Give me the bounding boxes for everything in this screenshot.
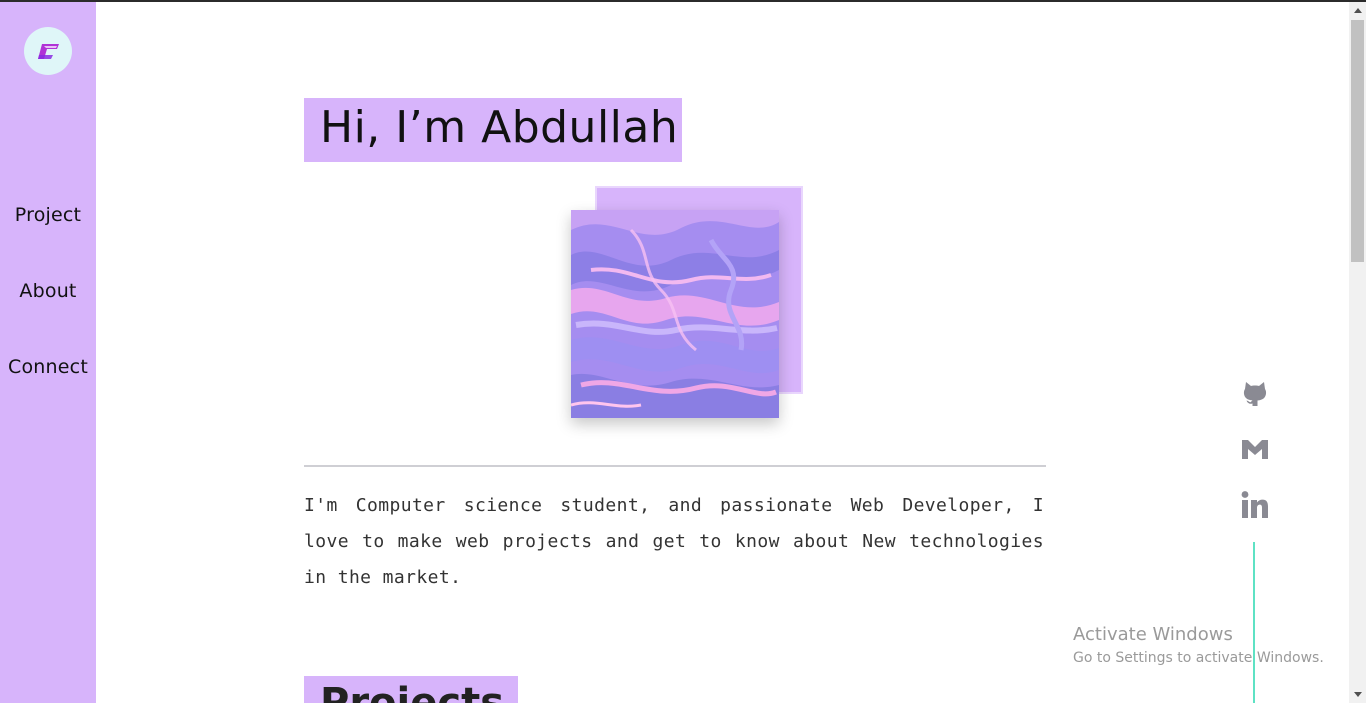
social-rail-line	[1253, 542, 1255, 703]
nav-project[interactable]: Project	[0, 204, 96, 226]
profile-image	[571, 210, 779, 418]
site-logo[interactable]	[24, 27, 72, 75]
scroll-down-icon[interactable]	[1349, 686, 1366, 703]
window-top-border	[0, 0, 1366, 2]
projects-title-highlight: Projects	[304, 676, 518, 703]
gmail-icon	[1242, 440, 1268, 459]
watermark-title: Activate Windows	[1073, 624, 1233, 645]
scrollbar-thumb[interactable]	[1351, 20, 1364, 262]
linkedin-link[interactable]	[1238, 488, 1272, 522]
hero-title-highlight: Hi, I’m Abdullah	[304, 98, 682, 162]
windows-activation-watermark: Activate Windows Go to Settings to activ…	[1073, 624, 1324, 668]
bio-text: I'm Computer science student, and passio…	[304, 495, 1044, 588]
github-icon	[1243, 382, 1267, 406]
logo-icon	[38, 44, 59, 59]
projects-title: Projects	[320, 680, 505, 703]
sidebar: Project About Connect	[0, 2, 96, 703]
section-divider	[304, 465, 1046, 467]
marble-artwork	[571, 210, 779, 418]
nav-connect[interactable]: Connect	[0, 356, 96, 378]
scroll-up-icon[interactable]	[1349, 2, 1366, 19]
vertical-scrollbar[interactable]	[1349, 2, 1366, 703]
nav-about[interactable]: About	[0, 280, 96, 302]
watermark-subtitle: Go to Settings to activate Windows.	[1073, 650, 1324, 666]
gmail-link[interactable]	[1238, 432, 1272, 466]
github-link[interactable]	[1238, 376, 1272, 410]
linkedin-icon	[1241, 491, 1268, 518]
hero-title: Hi, I’m Abdullah	[320, 102, 679, 153]
